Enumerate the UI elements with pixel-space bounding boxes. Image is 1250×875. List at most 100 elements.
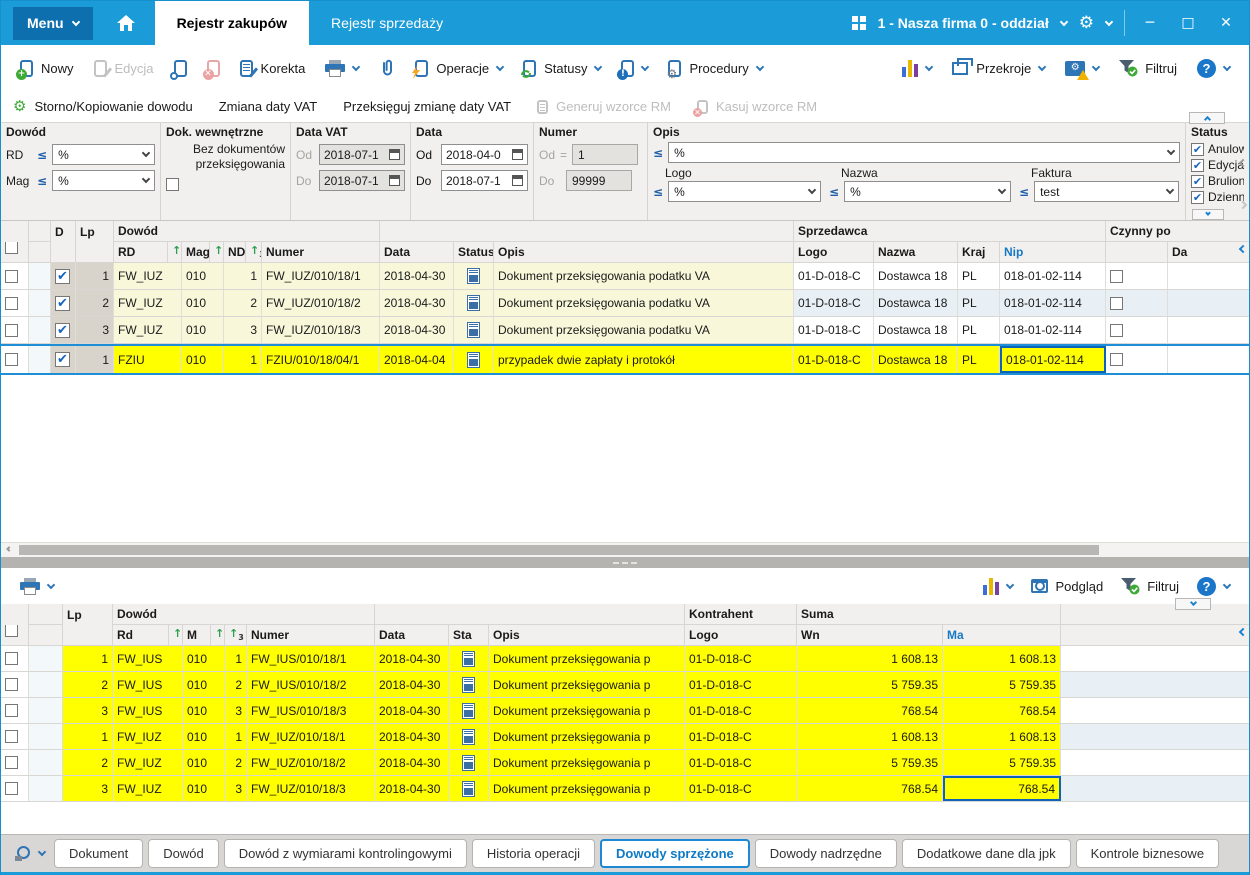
- attachment-button[interactable]: [370, 53, 404, 83]
- sort-asc-3[interactable]: ↑3: [246, 242, 262, 263]
- numer-do-input[interactable]: 99999: [566, 170, 632, 191]
- cell-rd[interactable]: FZIU: [114, 346, 182, 373]
- cell-lp[interactable]: 1: [63, 724, 113, 749]
- select-all-checkbox[interactable]: [5, 625, 18, 637]
- cell-mag[interactable]: 010: [182, 263, 224, 289]
- row-select-checkbox[interactable]: [5, 353, 18, 366]
- scrollbar-thumb[interactable]: [19, 545, 1099, 555]
- cell-wn[interactable]: 5 759.35: [797, 672, 943, 697]
- cell-nd[interactable]: 2: [224, 290, 262, 316]
- sort-asc-3[interactable]: ↑3: [225, 625, 247, 646]
- cell-lp[interactable]: 1: [76, 346, 114, 373]
- detail-row[interactable]: 1 FW_IUS 010 1 FW_IUS/010/18/1 2018-04-3…: [1, 646, 1249, 672]
- cell-rd[interactable]: FW_IUS: [113, 698, 183, 723]
- cell-data[interactable]: 2018-04-30: [375, 698, 449, 723]
- cell-opis[interactable]: Dokument przeksięgowania podatku VA: [494, 290, 794, 316]
- row-select-checkbox[interactable]: [5, 652, 18, 665]
- cell-mag[interactable]: 010: [183, 750, 225, 775]
- status-checkbox[interactable]: [1191, 143, 1204, 156]
- col-rd[interactable]: Rd: [113, 625, 169, 646]
- cell-numer[interactable]: FW_IUS/010/18/1: [247, 646, 375, 671]
- procedures-button[interactable]: ⚙ Procedury: [659, 54, 771, 83]
- cell-nazwa[interactable]: Dostawca 18: [874, 263, 958, 289]
- document-status-icon[interactable]: [467, 352, 480, 368]
- cell-nd[interactable]: 3: [224, 317, 262, 343]
- minimize-button[interactable]: ─: [1137, 15, 1163, 31]
- cell-rd[interactable]: FW_IUS: [113, 672, 183, 697]
- col-nazwa[interactable]: Nazwa: [874, 242, 958, 263]
- col-lp[interactable]: Lp: [63, 604, 113, 625]
- footer-tab-dowod[interactable]: Dowód: [148, 839, 218, 868]
- sort-asc-2[interactable]: ↑2: [210, 242, 224, 263]
- document-status-icon[interactable]: [462, 729, 475, 745]
- nazwa-filter-select[interactable]: %: [844, 181, 1011, 202]
- row-select-checkbox[interactable]: [5, 782, 18, 795]
- cell-opis[interactable]: Dokument przeksięgowania p: [489, 776, 685, 801]
- status-scroll-down-button[interactable]: [1192, 209, 1224, 220]
- cell-wn[interactable]: 768.54: [797, 698, 943, 723]
- select-all-checkbox[interactable]: [5, 242, 18, 254]
- cell-numer[interactable]: FZIU/010/18/04/1: [262, 346, 380, 373]
- col-nd[interactable]: ND: [224, 242, 246, 263]
- footer-tab-kontrole[interactable]: Kontrole biznesowe: [1076, 839, 1219, 868]
- cell-numer[interactable]: FW_IUZ/010/18/1: [247, 724, 375, 749]
- cell-ma[interactable]: 1 608.13: [943, 646, 1061, 671]
- cell-nip[interactable]: 018-01-02-114: [1000, 290, 1106, 316]
- row-select-checkbox[interactable]: [5, 678, 18, 691]
- cell-lp[interactable]: 3: [76, 317, 114, 343]
- cell-mag[interactable]: 010: [183, 698, 225, 723]
- help-button[interactable]: ?: [1188, 53, 1239, 84]
- cell-numer[interactable]: FW_IUZ/010/18/3: [247, 776, 375, 801]
- footer-tab-dokument[interactable]: Dokument: [54, 839, 143, 868]
- cell-mag[interactable]: 010: [183, 672, 225, 697]
- cell-mag[interactable]: 010: [183, 776, 225, 801]
- numer-od-input[interactable]: 1: [572, 144, 638, 165]
- cell-lp[interactable]: 2: [63, 672, 113, 697]
- d-checkbox[interactable]: [55, 323, 70, 338]
- status-option[interactable]: Edycja: [1191, 158, 1244, 172]
- cell-ma[interactable]: 768.54: [943, 698, 1061, 723]
- cell-ma[interactable]: 5 759.35: [943, 672, 1061, 697]
- maximize-button[interactable]: □: [1175, 15, 1201, 31]
- close-button[interactable]: ✕: [1213, 15, 1239, 31]
- cell-rd[interactable]: FW_IUZ: [113, 750, 183, 775]
- col-nip[interactable]: Nip: [1000, 242, 1106, 263]
- cell-data[interactable]: 2018-04-30: [380, 317, 454, 343]
- horizontal-scrollbar[interactable]: [1, 542, 1249, 557]
- cell-wn[interactable]: 1 608.13: [797, 724, 943, 749]
- cell-opis[interactable]: Dokument przeksięgowania p: [489, 750, 685, 775]
- delete-button[interactable]: ✕: [198, 54, 229, 83]
- cell-ma-focused[interactable]: 768.54: [943, 776, 1061, 801]
- cell-wn[interactable]: 768.54: [797, 776, 943, 801]
- col-status[interactable]: Status: [454, 242, 494, 263]
- row-select-checkbox[interactable]: [5, 756, 18, 769]
- cell-opis[interactable]: Dokument przeksięgowania p: [489, 646, 685, 671]
- table-row-selected[interactable]: 1 FZIU 010 1 FZIU/010/18/04/1 2018-04-04…: [1, 344, 1249, 375]
- change-vat-date-button[interactable]: Zmiana daty VAT: [219, 99, 318, 114]
- col-rd[interactable]: RD: [114, 242, 168, 263]
- edit-button[interactable]: Edycja: [85, 54, 163, 83]
- cell-rd[interactable]: FW_IUZ: [113, 776, 183, 801]
- table-row[interactable]: 2 FW_IUZ 010 2 FW_IUZ/010/18/2 2018-04-3…: [1, 290, 1249, 317]
- cell-rd[interactable]: FW_IUZ: [114, 317, 182, 343]
- col-mag[interactable]: Mag: [182, 242, 210, 263]
- cell-kraj[interactable]: PL: [958, 263, 1000, 289]
- cell-logo[interactable]: 01-D-018-C: [685, 698, 797, 723]
- row-select-checkbox[interactable]: [5, 704, 18, 717]
- cell-numer[interactable]: FW_IUZ/010/18/3: [262, 317, 380, 343]
- czynny-checkbox[interactable]: [1110, 270, 1123, 283]
- cell-logo[interactable]: 01-D-018-C: [794, 346, 874, 373]
- home-icon[interactable]: [117, 15, 135, 31]
- cell-data[interactable]: 2018-04-30: [375, 724, 449, 749]
- view-button[interactable]: [165, 54, 196, 83]
- cell-mag[interactable]: 010: [182, 290, 224, 316]
- collapse-detail-button[interactable]: [1175, 598, 1211, 610]
- cell-nd[interactable]: 1: [224, 263, 262, 289]
- footer-tab-dowody-sprzezone[interactable]: Dowody sprzężone: [600, 839, 750, 868]
- company-selector[interactable]: 1 - Nasza firma 0 - oddział: [878, 15, 1049, 31]
- logo-filter-select[interactable]: %: [668, 181, 821, 202]
- cell-logo[interactable]: 01-D-018-C: [685, 750, 797, 775]
- cell-mag[interactable]: 010: [183, 724, 225, 749]
- views-button[interactable]: Przekroje: [943, 55, 1054, 82]
- cell-nip[interactable]: 018-01-02-114: [1000, 263, 1106, 289]
